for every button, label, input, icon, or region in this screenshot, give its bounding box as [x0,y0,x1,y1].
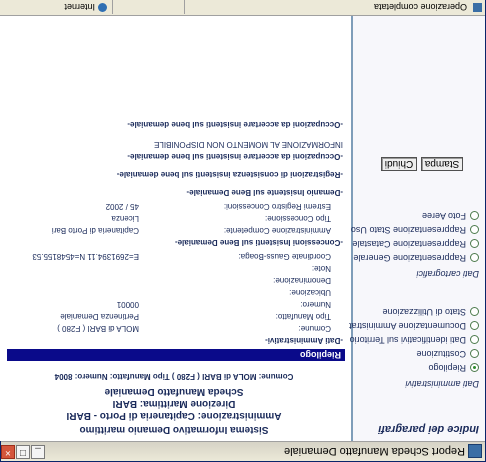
window-title: Report Scheda Manufatto Demaniale [284,445,465,457]
radio-icon [470,224,479,234]
status-separator [112,0,113,14]
radio-icon [470,252,479,262]
radio-icon [470,306,479,316]
radio-territorio[interactable]: Dati identificativi sul Territorio [350,333,479,345]
field-label: Estremi Registro Concessioni: [223,202,331,211]
field-label: Amministrazione Competente: [223,226,331,235]
field-value: Licenza [111,214,139,223]
radio-riepilogo[interactable]: Riepilogo [428,361,479,373]
field-label: Denominazione: [273,276,331,285]
field-label: Tipo Manufatto: [275,312,331,321]
field-label: Note: [311,264,331,273]
paragraph-index-sidebar: Indice dei paragrafi Dati amministrativi… [337,16,485,441]
radio-rappr-stato-uso[interactable]: Rappresentazione Stato Uso [351,223,479,235]
zone-text: Internet [64,2,95,12]
admin-section-label: Dati amministrativi [405,379,479,389]
title-bar: Report Scheda Manufatto Demaniale _ □ × [1,441,485,461]
radio-icon [470,238,479,248]
field-value: 45 / 2002 [105,202,139,211]
report-office: Amministrazione: Capitaneria di Porto - … [66,410,282,421]
radio-documentazione[interactable]: Documentazione Amministrativa [337,319,479,331]
radio-rappr-generale[interactable]: Rappresentazione Generale [353,251,479,263]
field-value: Pertinenza Demaniale [60,312,139,321]
app-icon [468,444,482,458]
print-button[interactable]: Stampa [421,157,463,171]
page-icon [473,3,482,12]
radio-rappr-catastale[interactable]: Rappresentazione Catastale [352,237,479,249]
report-system-title: Sistema Informativo Demanio marittimo [79,424,269,435]
report-directorate: Direzione Marittima: BARI [112,398,236,409]
radio-icon [470,210,479,220]
radio-icon [470,334,479,344]
close-button[interactable]: × [1,445,15,459]
radio-icon [470,320,479,330]
report-window: Report Scheda Manufatto Demaniale _ □ × … [0,0,486,462]
report-summary-line: Comune: MOLA di BARI ( F280 ) Tipo Manuf… [54,372,294,381]
radio-stato-utilizzazione[interactable]: Stato di Utilizzazione [382,305,479,317]
field-value: E=2691394.11 N=4548155.53 [32,252,139,261]
field-label: Comune: [298,324,331,333]
admin-section-heading: -Dati Amministrativi- [265,336,343,345]
field-label: Tipo Concessione: [265,214,331,223]
radio-foto-aeree[interactable]: Foto Aeree [422,209,479,221]
internet-zone-icon [98,3,107,12]
radio-selected-icon [470,362,479,372]
radio-costituzione[interactable]: Costituzione [416,347,479,359]
close-report-button[interactable]: Chiudi [381,157,417,171]
minimize-button[interactable]: _ [31,445,45,459]
owned-section-heading: -Demanio Insistente sul Bene Demaniale- [186,188,344,197]
field-value: 00001 [116,300,139,309]
maximize-button[interactable]: □ [16,445,30,459]
field-value: MOLA di BARI ( F280 ) [57,324,139,333]
status-bar: Operazione completata Internet [0,0,485,16]
field-value: Capitaneria di Porto Bari [51,226,139,235]
sidebar-heading: Indice dei paragrafi [378,423,479,435]
status-text: Operazione completata [373,2,467,12]
field-label: Coordinate Gauss-Boaga: [238,252,332,261]
field-label: Ubicazione: [289,288,331,297]
report-content: Sistema Informativo Demanio marittimo Am… [0,16,349,441]
concessions-section-heading: -Concessioni Insistenti sul Bene Demania… [174,238,343,247]
radio-icon [470,348,479,358]
sea-section-heading: -Registrazioni di consistenza insistenti… [116,170,343,179]
unavailable-notice: INFORMAZIONE AL MOMENTO NON DISPONIBILE [154,140,343,149]
rotated-screen: Report Scheda Manufatto Demaniale _ □ × … [0,0,486,462]
maps-section-label: Dati cartografici [416,269,479,279]
status-separator [184,0,185,14]
assets-section-heading: -Occupazioni da accertare insistenti sul… [127,152,343,161]
extra-section-heading: -Occupazioni da accertare insistenti sul… [127,120,343,129]
field-label: Numero: [300,300,331,309]
recap-bar: Riepilogo [7,349,345,361]
report-sheet-title: Scheda Manufatto Demaniale [104,386,244,397]
